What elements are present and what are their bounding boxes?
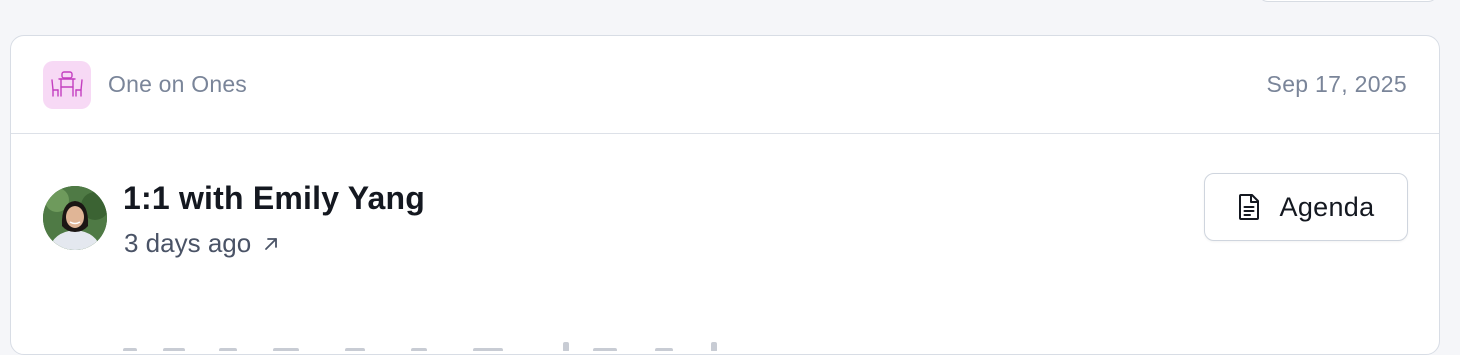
one-on-one-card: One on Ones Sep 17, 2025 1:1 with Emily … — [10, 35, 1440, 355]
arrow-up-right-icon — [263, 236, 279, 252]
agenda-button[interactable]: Agenda — [1204, 173, 1408, 241]
relative-time-label: 3 days ago — [124, 228, 252, 258]
category-label: One on Ones — [108, 71, 248, 97]
document-icon — [1238, 193, 1260, 221]
agenda-button-label: Agenda — [1279, 191, 1375, 222]
meeting-relative-time[interactable]: 3 days ago — [124, 228, 279, 259]
card-header: One on Ones Sep 17, 2025 — [11, 36, 1439, 134]
card-body: 1:1 with Emily Yang 3 days ago Agenda — [11, 134, 1439, 354]
meeting-date: Sep 17, 2025 — [1266, 71, 1407, 97]
avatar[interactable] — [43, 186, 107, 250]
partial-top-button[interactable] — [1258, 0, 1438, 2]
meeting-title[interactable]: 1:1 with Emily Yang — [123, 180, 425, 217]
meeting-table-icon — [43, 60, 91, 109]
truncated-summary-line — [123, 339, 743, 351]
